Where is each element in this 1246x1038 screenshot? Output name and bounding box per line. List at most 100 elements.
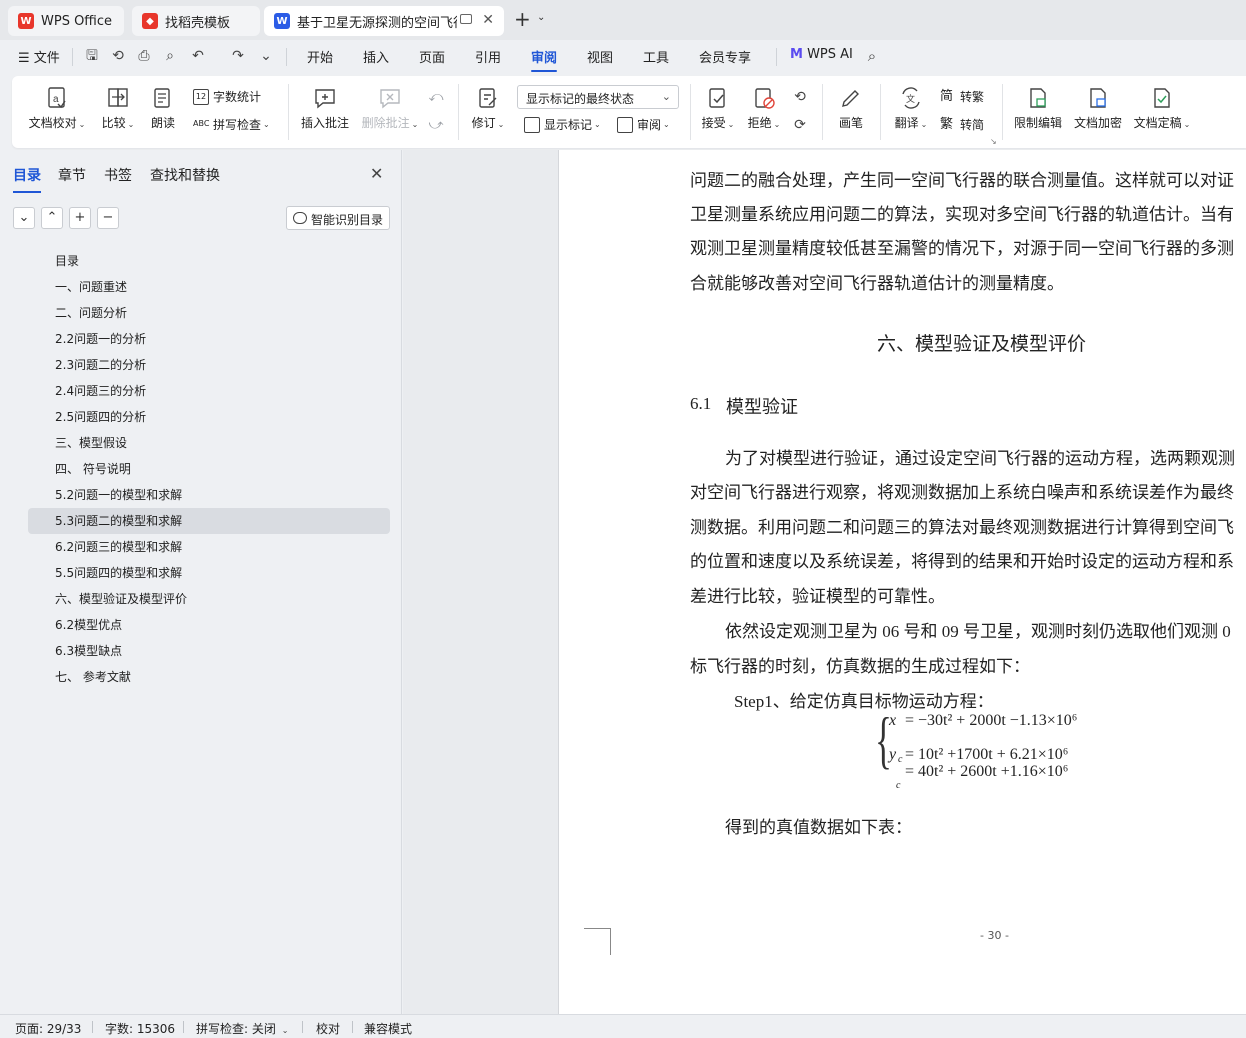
to-simplified-button[interactable]: 繁 转简 <box>940 116 984 133</box>
redo-icon[interactable]: ↷ <box>230 48 246 64</box>
tab-find-replace[interactable]: 查找和替换 <box>150 165 220 185</box>
launcher-icon[interactable]: ↘ <box>990 137 997 146</box>
tab-document[interactable]: W 基于卫星无源探测的空间飞行器 ✕ <box>264 6 504 36</box>
proofread-button[interactable]: a 文档校对 ⌄ <box>28 86 86 131</box>
new-tab-icon[interactable]: + <box>514 9 531 29</box>
equation-y-subscript: c <box>898 754 903 765</box>
step-line: Step1、给定仿真目标物运动方程： <box>734 692 994 711</box>
divider <box>183 1021 184 1033</box>
wps-ai-button[interactable]: M WPS AI <box>790 47 853 62</box>
close-icon[interactable]: ✕ <box>370 164 383 183</box>
word-count-indicator[interactable]: 字数: 15306 <box>105 1020 175 1037</box>
toc-item-active[interactable]: 5.3问题二的模型和求解 <box>28 508 390 534</box>
finalize-button[interactable]: 文档定稿 ⌄ <box>1132 86 1192 131</box>
encrypt-label: 文档加密 <box>1073 116 1122 130</box>
equation-x: = −30t² + 2000t −1.13×10⁶ <box>905 712 1078 729</box>
menu-view[interactable]: 视图 <box>587 47 613 66</box>
chevron-down-icon[interactable]: ⌄ <box>258 48 274 64</box>
toc-item[interactable]: 6.2模型优点 <box>28 612 390 638</box>
collapse-down-icon[interactable]: ⌄ <box>13 207 35 229</box>
next-comment-icon[interactable]: ⤻ <box>428 117 444 133</box>
toc-item[interactable]: 5.5问题四的模型和求解 <box>28 560 390 586</box>
toc-item[interactable]: 6.3模型缺点 <box>28 638 390 664</box>
review-pane-button[interactable]: 审阅 ⌄ <box>617 116 670 133</box>
menu-home[interactable]: 开始 <box>307 47 333 66</box>
compare-button[interactable]: 比较 ⌄ <box>98 86 138 131</box>
review-pane-icon <box>617 116 633 133</box>
previous-change-icon[interactable]: ⟲ <box>792 89 808 105</box>
print-preview-icon[interactable]: ⌕ <box>162 48 178 64</box>
toc-item[interactable]: 2.2问题一的分析 <box>28 326 390 352</box>
toc-item[interactable]: 三、模型假设 <box>28 430 390 456</box>
encrypt-button[interactable]: 文档加密 <box>1072 86 1124 131</box>
toc-item[interactable]: 2.4问题三的分析 <box>28 378 390 404</box>
remove-heading-icon[interactable]: − <box>97 207 119 229</box>
tab-wps-office[interactable]: W WPS Office <box>8 6 124 36</box>
read-aloud-button[interactable]: 朗读 <box>148 86 178 131</box>
markup-state-dropdown[interactable]: 显示标记的最终状态 ⌄ <box>517 85 679 109</box>
menu-membership[interactable]: 会员专享 <box>699 47 751 66</box>
revise-button[interactable]: 修订 ⌄ <box>470 86 506 131</box>
pen-button[interactable]: 画笔 <box>836 86 866 131</box>
document-page[interactable]: 问题二的融合处理，产生同一空间飞行器的联合测量值。这样就可以对证 卫星测量系统应… <box>558 150 1246 1014</box>
page-indicator[interactable]: 页面: 29/33 <box>15 1020 81 1037</box>
word-count-label: 字数统计 <box>213 90 262 104</box>
toc-item[interactable]: 2.5问题四的分析 <box>28 404 390 430</box>
next-change-icon[interactable]: ⟳ <box>792 117 808 133</box>
spell-check-icon: ABC <box>193 118 210 128</box>
close-icon[interactable]: ✕ <box>482 12 494 28</box>
add-heading-icon[interactable]: + <box>69 207 91 229</box>
reject-button[interactable]: 拒绝 ⌄ <box>746 86 782 131</box>
tab-docer[interactable]: ◆ 找稻壳模板 <box>132 6 260 36</box>
spell-check-button[interactable]: ABC 拼写检查 ⌄ <box>193 116 270 133</box>
delete-comment-button[interactable]: 删除批注 ⌄ <box>360 86 420 131</box>
divider <box>72 48 73 66</box>
proof-status[interactable]: 校对 <box>316 1020 340 1037</box>
insert-comment-button[interactable]: 插入批注 <box>300 86 350 131</box>
menu-review[interactable]: 审阅 <box>531 47 558 72</box>
menu-tools[interactable]: 工具 <box>643 47 669 66</box>
monitor-icon[interactable] <box>460 14 472 24</box>
menu-reference[interactable]: 引用 <box>475 47 501 66</box>
paragraph-line: 依然设定观测卫星为 06 号和 09 号卫星，观测时刻仍选取他们观测 0 <box>725 622 1231 641</box>
document-canvas[interactable]: 问题二的融合处理，产生同一空间飞行器的联合测量值。这样就可以对证 卫星测量系统应… <box>403 150 1246 1014</box>
word-count-button[interactable]: 12 字数统计 <box>193 88 261 105</box>
file-menu[interactable]: ☰ 文件 <box>18 47 60 66</box>
search-icon[interactable]: ⌕ <box>864 48 880 64</box>
share-icon[interactable]: ⟲ <box>110 48 126 64</box>
undo-icon[interactable]: ↶ <box>190 48 206 64</box>
toc-item[interactable]: 一、问题重述 <box>28 274 390 300</box>
toc-item[interactable]: 目录 <box>28 248 390 274</box>
toc-item[interactable]: 5.2问题一的模型和求解 <box>28 482 390 508</box>
wps-ai-label: WPS AI <box>807 47 853 62</box>
tab-bookmarks[interactable]: 书签 <box>104 165 132 185</box>
toc-item[interactable]: 七、 参考文献 <box>28 664 390 690</box>
translate-button[interactable]: 文 翻译 ⌄ <box>892 86 930 131</box>
spell-check-status[interactable]: 拼写检查: 关闭 ⌄ <box>196 1020 288 1037</box>
paragraph-line: 卫星测量系统应用问题二的算法，实现对多空间飞行器的轨道估计。当有 <box>690 205 1234 224</box>
show-markup-button[interactable]: 显示标记 ⌄ <box>524 116 601 133</box>
previous-comment-icon[interactable]: ⤺ <box>428 89 444 105</box>
to-traditional-button[interactable]: 简 转繁 <box>940 88 984 105</box>
toc-item[interactable]: 四、 符号说明 <box>28 456 390 482</box>
delete-comment-label: 删除批注 <box>361 116 410 130</box>
chevron-down-icon: ⌄ <box>281 1026 289 1035</box>
menu-page[interactable]: 页面 <box>419 47 445 66</box>
toc-item[interactable]: 六、模型验证及模型评价 <box>28 586 390 612</box>
toc-item[interactable]: 2.3问题二的分析 <box>28 352 390 378</box>
restrict-edit-button[interactable]: 限制编辑 <box>1012 86 1064 131</box>
save-icon[interactable]: 🖫 <box>84 48 100 64</box>
tab-toc[interactable]: 目录 <box>13 165 41 193</box>
menu-insert[interactable]: 插入 <box>363 47 389 66</box>
toc-item[interactable]: 二、问题分析 <box>28 300 390 326</box>
toc-item[interactable]: 6.2问题三的模型和求解 <box>28 534 390 560</box>
divider <box>1002 84 1003 140</box>
expand-up-icon[interactable]: ⌃ <box>41 207 63 229</box>
reject-icon <box>755 88 775 109</box>
print-icon[interactable]: ⎙ <box>136 48 152 64</box>
chevron-down-icon[interactable]: ⌄ <box>537 12 545 23</box>
accept-button[interactable]: 接受 ⌄ <box>700 86 736 131</box>
tab-chapters[interactable]: 章节 <box>58 165 86 185</box>
smart-toc-button[interactable]: 智能识别目录 <box>286 206 390 230</box>
hamburger-icon: ☰ <box>18 51 30 66</box>
